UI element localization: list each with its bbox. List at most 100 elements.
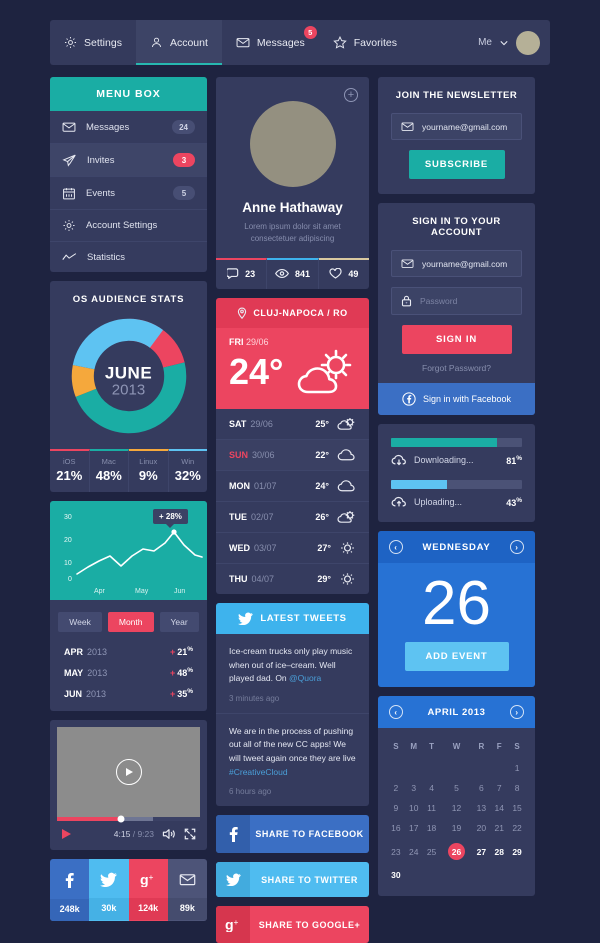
profile-stat-likes[interactable]: 49 — [318, 258, 369, 289]
add-event-button[interactable]: ADD EVENT — [404, 642, 509, 672]
calendar-day[interactable]: 10 — [405, 798, 423, 818]
forecast-row[interactable]: SAT 29/06 25° — [216, 409, 369, 440]
social-googleplus[interactable]: g + 124k — [128, 859, 168, 921]
facebook-icon — [50, 859, 89, 899]
forecast-row[interactable]: THU 04/07 29° — [216, 564, 369, 594]
play-icon[interactable] — [61, 828, 72, 840]
menu-item-statistics[interactable]: Statistics — [50, 242, 207, 272]
forecast-temp: 29° — [317, 574, 331, 584]
menu-item-events[interactable]: Events 5 — [50, 177, 207, 210]
calendar-day[interactable]: 15 — [508, 798, 526, 818]
period-year-button[interactable]: Year — [159, 612, 199, 632]
profile-stat-views[interactable]: 841 — [267, 258, 319, 289]
chevron-left-icon[interactable]: ‹ — [389, 705, 403, 720]
forecast-row[interactable]: WED 03/07 27° — [216, 533, 369, 564]
calendar-day[interactable]: 11 — [423, 798, 441, 818]
calendar-day[interactable]: 22 — [508, 818, 526, 838]
share-to-facebook-button[interactable]: SHARE TO FACEBOOK — [216, 815, 369, 854]
avatar[interactable] — [516, 30, 540, 55]
fullscreen-icon[interactable] — [184, 828, 196, 840]
menu-item-account-settings[interactable]: Account Settings — [50, 210, 207, 242]
profile-stat-comments[interactable]: 23 — [216, 258, 268, 289]
signin-email-input[interactable] — [422, 258, 533, 269]
calendar-day[interactable]: 14 — [490, 798, 508, 818]
nav-item-messages[interactable]: Messages 5 — [222, 20, 319, 65]
signin-with-facebook-button[interactable]: Sign in with Facebook — [378, 383, 535, 415]
signin-password-input[interactable] — [420, 296, 531, 306]
social-twitter[interactable]: 30k — [89, 859, 129, 921]
forecast-row[interactable]: MON 01/07 24° — [216, 471, 369, 502]
social-facebook[interactable]: 248k — [50, 859, 90, 921]
calendar-day[interactable]: 4 — [423, 778, 441, 798]
share-to-twitter-button[interactable]: SHARE TO TWITTER — [216, 862, 369, 898]
me-label: Me — [478, 37, 492, 48]
calendar-day[interactable]: 6 — [472, 778, 490, 798]
calendar-day[interactable]: 2 — [387, 778, 405, 798]
calendar-day[interactable]: 3 — [405, 778, 423, 798]
calendar-day[interactable]: 7 — [490, 778, 508, 798]
ui-kit-page: Settings Account Messages 5 Favorites Me — [0, 0, 600, 943]
period-month-button[interactable]: Month — [107, 612, 154, 632]
calendar-body: S M T W R F S 1 2 3 4 5 6 7 8 9 10 11 12… — [378, 728, 535, 896]
calendar-day[interactable]: 13 — [472, 798, 490, 818]
upload-percent: 43% — [506, 496, 522, 508]
calendar-day[interactable]: 18 — [423, 818, 441, 838]
menu-item-invites[interactable]: Invites 3 — [50, 144, 207, 177]
calendar-day[interactable]: 20 — [472, 818, 490, 838]
calendar-day[interactable]: 5 — [440, 778, 472, 798]
forecast-row[interactable]: TUE 02/07 26° — [216, 502, 369, 533]
period-week-button[interactable]: Week — [58, 612, 102, 632]
cloud-upload-icon — [391, 496, 407, 508]
calendar-day[interactable]: 24 — [405, 838, 423, 865]
video-scrubber-handle[interactable] — [117, 815, 125, 823]
video-separator: / — [132, 829, 136, 839]
calendar-day[interactable]: 1 — [508, 758, 526, 778]
play-button-overlay[interactable] — [115, 759, 142, 785]
tweet-mention-link[interactable]: @Quora — [289, 673, 321, 683]
nav-item-settings[interactable]: Settings — [50, 20, 136, 65]
calendar-day[interactable]: 12 — [440, 798, 472, 818]
day-widget-header: ‹ WEDNESDAY › — [378, 531, 535, 563]
calendar-day-selected[interactable]: 26 — [440, 838, 472, 865]
chevron-left-icon[interactable]: ‹ — [389, 540, 403, 554]
calendar-day[interactable]: 30 — [387, 865, 405, 885]
calendar-day[interactable]: 8 — [508, 778, 526, 798]
sun-cloud-icon — [337, 417, 356, 431]
nav-item-account[interactable]: Account — [135, 20, 222, 65]
calendar-day[interactable]: 9 — [387, 798, 405, 818]
calendar-day[interactable]: 23 — [387, 838, 405, 865]
nav-item-favorites[interactable]: Favorites — [319, 20, 411, 65]
tweet-hashtag-link[interactable]: #CreativeCloud — [229, 767, 288, 777]
calendar-day[interactable]: 21 — [490, 818, 508, 838]
video-progress-fill — [57, 817, 122, 821]
calendar-day[interactable]: 25 — [423, 838, 441, 865]
calendar-day[interactable]: 19 — [440, 818, 472, 838]
share-to-googleplus-button[interactable]: g + SHARE TO GOOGLE+ — [216, 906, 369, 943]
menu-item-messages[interactable]: Messages 24 — [50, 111, 207, 144]
video-screen[interactable] — [57, 727, 200, 817]
newsletter-email-input[interactable] — [422, 121, 533, 132]
signin-button[interactable]: SIGN IN — [401, 325, 512, 354]
signin-password-field[interactable] — [391, 287, 531, 315]
video-progress-bar[interactable] — [57, 815, 200, 823]
calendar-day — [440, 865, 472, 885]
calendar-day[interactable]: 17 — [405, 818, 423, 838]
calendar-day[interactable]: 28 — [490, 838, 508, 865]
calendar-day[interactable]: 16 — [387, 818, 405, 838]
profile-card: + Anne Hathaway Lorem ipsum dolor sit am… — [216, 77, 369, 289]
forecast-row[interactable]: SUN 30/06 22° — [216, 440, 369, 471]
signin-email-field[interactable] — [391, 250, 533, 277]
add-icon[interactable]: + — [344, 88, 358, 102]
calendar-day[interactable]: 27 — [472, 838, 490, 865]
nav-user-menu[interactable]: Me — [478, 20, 550, 65]
newsletter-email-field[interactable] — [391, 113, 533, 140]
forecast-temp: 26° — [315, 512, 329, 522]
calendar-day[interactable]: 29 — [508, 838, 526, 865]
subscribe-button[interactable]: SUBSCRIBE — [408, 150, 505, 179]
chevron-right-icon[interactable]: › — [509, 705, 524, 720]
chevron-right-icon[interactable]: › — [510, 540, 524, 554]
forgot-password-link[interactable]: Forgot Password? — [391, 363, 522, 373]
volume-icon[interactable] — [162, 828, 176, 840]
social-mail[interactable]: 89k — [167, 859, 207, 921]
stat-row: APR 2013 +21% — [50, 642, 207, 663]
